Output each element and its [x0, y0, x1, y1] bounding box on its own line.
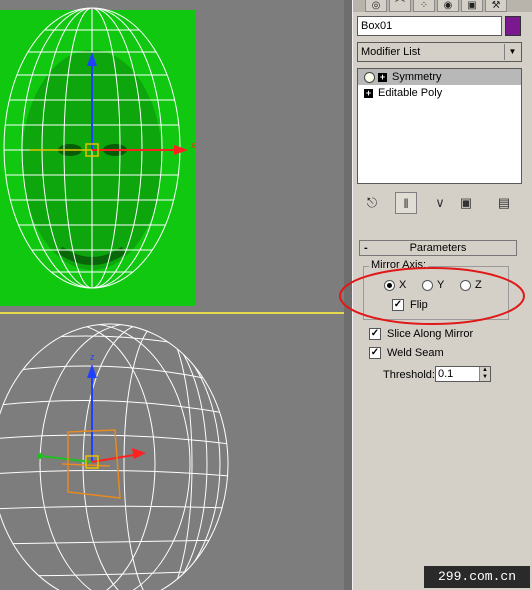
- checkmark-icon: ✓: [369, 328, 381, 341]
- z-axis-label: z: [90, 352, 95, 362]
- remove-modifier-icon[interactable]: ▣: [455, 192, 477, 214]
- expand-icon[interactable]: +: [364, 88, 373, 98]
- checkmark-icon: ✓: [369, 347, 381, 360]
- stack-item-label: Symmetry: [392, 71, 442, 83]
- mirror-axis-group: Mirror Axis: X Y Z ✓ Flip: [363, 259, 509, 320]
- spinner-arrows-icon[interactable]: ▲ ▼: [479, 367, 490, 381]
- display-tab-icon[interactable]: ▣: [461, 0, 483, 12]
- weld-seam-checkbox[interactable]: ✓ Weld Seam: [369, 347, 444, 360]
- threshold-label: Threshold:: [383, 369, 435, 381]
- show-end-result-icon[interactable]: ‖: [395, 192, 417, 214]
- stack-toolbar: ⎋ ‖ ∨ ▣ ▤: [353, 190, 532, 218]
- make-unique-icon[interactable]: ∨: [429, 192, 451, 214]
- pin-stack-icon[interactable]: ⎋: [361, 192, 383, 214]
- axis-y-radio[interactable]: Y: [422, 279, 444, 291]
- viewport-divider[interactable]: [344, 0, 352, 590]
- sphere-wireframe: z: [0, 323, 229, 590]
- axis-z-radio[interactable]: Z: [460, 279, 482, 291]
- parameters-rollout-header[interactable]: - Parameters: [359, 240, 517, 256]
- axis-x-radio[interactable]: X: [384, 279, 406, 291]
- checkbox-label: Flip: [410, 299, 428, 311]
- x-axis-label: x: [191, 140, 196, 150]
- threshold-spinner[interactable]: 0.1 ▲ ▼: [435, 366, 491, 382]
- radio-selected-icon: [384, 279, 395, 291]
- lightbulb-icon[interactable]: [364, 71, 375, 83]
- expand-icon[interactable]: +: [378, 72, 387, 82]
- modifier-list-label: Modifier List: [361, 46, 421, 58]
- object-color-swatch[interactable]: [505, 16, 521, 36]
- modify-tab-icon[interactable]: ⌒: [389, 0, 411, 12]
- object-name-field[interactable]: Box01: [357, 16, 502, 36]
- hierarchy-tab-icon[interactable]: ⁘: [413, 0, 435, 12]
- mirror-axis-label: Mirror Axis:: [369, 259, 428, 271]
- chevron-down-icon[interactable]: ▼: [504, 44, 520, 60]
- stack-item-editable-poly[interactable]: + Editable Poly: [358, 85, 521, 101]
- rollout-title: Parameters: [409, 242, 467, 254]
- checkmark-icon: ✓: [392, 299, 404, 312]
- front-viewport[interactable]: x: [0, 0, 344, 310]
- checkbox-label: Slice Along Mirror: [387, 328, 474, 340]
- stack-item-symmetry[interactable]: + Symmetry: [358, 69, 521, 85]
- radio-label: X: [399, 279, 407, 291]
- configure-sets-icon[interactable]: ▤: [493, 192, 515, 214]
- perspective-viewport[interactable]: z: [0, 312, 346, 590]
- radio-icon: [460, 279, 471, 291]
- modifier-list-dropdown[interactable]: Modifier List ▼: [357, 42, 522, 62]
- watermark: 299.com.cn: [424, 566, 530, 588]
- checkbox-label: Weld Seam: [387, 347, 444, 359]
- radio-label: Y: [437, 279, 445, 291]
- modifier-stack[interactable]: + Symmetry + Editable Poly: [357, 68, 522, 184]
- flip-checkbox[interactable]: ✓ Flip: [392, 299, 428, 312]
- collapse-icon: -: [364, 242, 368, 254]
- radio-label: Z: [475, 279, 482, 291]
- utilities-tab-icon[interactable]: ⚒: [485, 0, 507, 12]
- slice-along-mirror-checkbox[interactable]: ✓ Slice Along Mirror: [369, 328, 474, 341]
- create-tab-icon[interactable]: ◎: [365, 0, 387, 12]
- motion-tab-icon[interactable]: ◉: [437, 0, 459, 12]
- stack-item-label: Editable Poly: [378, 87, 443, 99]
- command-panel-tabs: ◎ ⌒ ⁘ ◉ ▣ ⚒: [353, 0, 532, 12]
- head-wireframe: x: [3, 7, 196, 289]
- command-panel: ◎ ⌒ ⁘ ◉ ▣ ⚒ Box01 Modifier List ▼ + Symme…: [352, 0, 532, 590]
- radio-icon: [422, 279, 433, 291]
- threshold-value: 0.1: [438, 368, 454, 380]
